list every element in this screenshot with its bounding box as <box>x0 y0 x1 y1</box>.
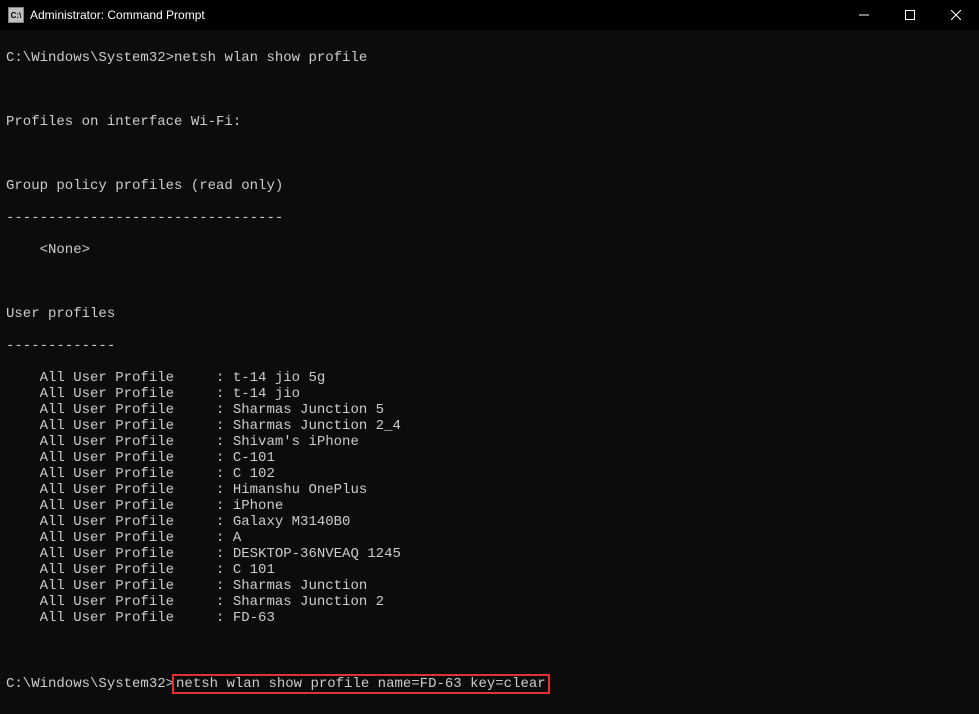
profile-label: All User Profile : <box>6 450 233 466</box>
minimize-icon <box>859 10 869 20</box>
profile-label: All User Profile : <box>6 418 233 434</box>
profile-row: All User Profile : Shivam's iPhone <box>6 434 973 450</box>
profile-row: All User Profile : t-14 jio 5g <box>6 370 973 386</box>
profile-label: All User Profile : <box>6 466 233 482</box>
profile-row: All User Profile : Sharmas Junction 2 <box>6 594 973 610</box>
window-controls <box>841 0 979 30</box>
prompt-path: C:\Windows\System32> <box>6 676 174 692</box>
profile-row: All User Profile : FD-63 <box>6 610 973 626</box>
prompt-line: C:\Windows\System32>netsh wlan show prof… <box>6 50 973 66</box>
profile-name: FD-63 <box>233 610 275 626</box>
minimize-button[interactable] <box>841 0 887 30</box>
cmd-icon: C:\ <box>8 7 24 23</box>
profile-row: All User Profile : C 101 <box>6 562 973 578</box>
profile-name: Sharmas Junction 2_4 <box>233 418 401 434</box>
titlebar[interactable]: C:\ Administrator: Command Prompt <box>0 0 979 30</box>
close-button[interactable] <box>933 0 979 30</box>
profile-row: All User Profile : Galaxy M3140B0 <box>6 514 973 530</box>
profile-row: All User Profile : Sharmas Junction 5 <box>6 402 973 418</box>
window-title: Administrator: Command Prompt <box>30 8 205 22</box>
prompt-path: C:\Windows\System32> <box>6 50 174 66</box>
profile-name: Galaxy M3140B0 <box>233 514 351 530</box>
group-policy-header: Group policy profiles (read only) <box>6 178 973 194</box>
blank-line <box>6 146 973 162</box>
group-policy-value: <None> <box>6 242 973 258</box>
profile-name: Shivam's iPhone <box>233 434 359 450</box>
terminal-output[interactable]: C:\Windows\System32>netsh wlan show prof… <box>0 30 979 714</box>
blank-line <box>6 642 973 658</box>
prompt-command: netsh wlan show profile name=FD-63 key=c… <box>176 676 546 692</box>
profile-label: All User Profile : <box>6 386 233 402</box>
profile-label: All User Profile : <box>6 546 233 562</box>
maximize-icon <box>905 10 915 20</box>
profile-label: All User Profile : <box>6 370 233 386</box>
profile-row: All User Profile : Himanshu OnePlus <box>6 482 973 498</box>
divider: --------------------------------- <box>6 210 973 226</box>
profile-label: All User Profile : <box>6 514 233 530</box>
profile-row: All User Profile : C-101 <box>6 450 973 466</box>
prompt-command: netsh wlan show profile <box>174 50 367 66</box>
profile-row: All User Profile : C 102 <box>6 466 973 482</box>
profile-label: All User Profile : <box>6 402 233 418</box>
profile-name: Sharmas Junction 2 <box>233 594 384 610</box>
profile-label: All User Profile : <box>6 482 233 498</box>
profile-name: Himanshu OnePlus <box>233 482 367 498</box>
profile-name: C-101 <box>233 450 275 466</box>
profile-name: Sharmas Junction 5 <box>233 402 384 418</box>
profile-label: All User Profile : <box>6 610 233 626</box>
profile-row: All User Profile : Sharmas Junction <box>6 578 973 594</box>
profile-label: All User Profile : <box>6 578 233 594</box>
profile-label: All User Profile : <box>6 530 233 546</box>
profile-label: All User Profile : <box>6 562 233 578</box>
profile-name: Sharmas Junction <box>233 578 367 594</box>
blank-line <box>6 274 973 290</box>
profile-row: All User Profile : t-14 jio <box>6 386 973 402</box>
divider: ------------- <box>6 338 973 354</box>
titlebar-left: C:\ Administrator: Command Prompt <box>8 7 205 23</box>
profile-row: All User Profile : Sharmas Junction 2_4 <box>6 418 973 434</box>
profile-name: t-14 jio <box>233 386 300 402</box>
close-icon <box>951 10 961 20</box>
profile-name: C 102 <box>233 466 275 482</box>
profile-row: All User Profile : DESKTOP-36NVEAQ 1245 <box>6 546 973 562</box>
maximize-button[interactable] <box>887 0 933 30</box>
profile-name: A <box>233 530 241 546</box>
blank-line <box>6 82 973 98</box>
user-profiles-header: User profiles <box>6 306 973 322</box>
prompt-line: C:\Windows\System32>netsh wlan show prof… <box>6 674 973 694</box>
profile-row: All User Profile : A <box>6 530 973 546</box>
profile-name: DESKTOP-36NVEAQ 1245 <box>233 546 401 562</box>
profile-label: All User Profile : <box>6 594 233 610</box>
profile-name: t-14 jio 5g <box>233 370 325 386</box>
highlighted-command: netsh wlan show profile name=FD-63 key=c… <box>172 674 550 694</box>
profile-name: C 101 <box>233 562 275 578</box>
interface-header: Profiles on interface Wi-Fi: <box>6 114 973 130</box>
profile-label: All User Profile : <box>6 434 233 450</box>
